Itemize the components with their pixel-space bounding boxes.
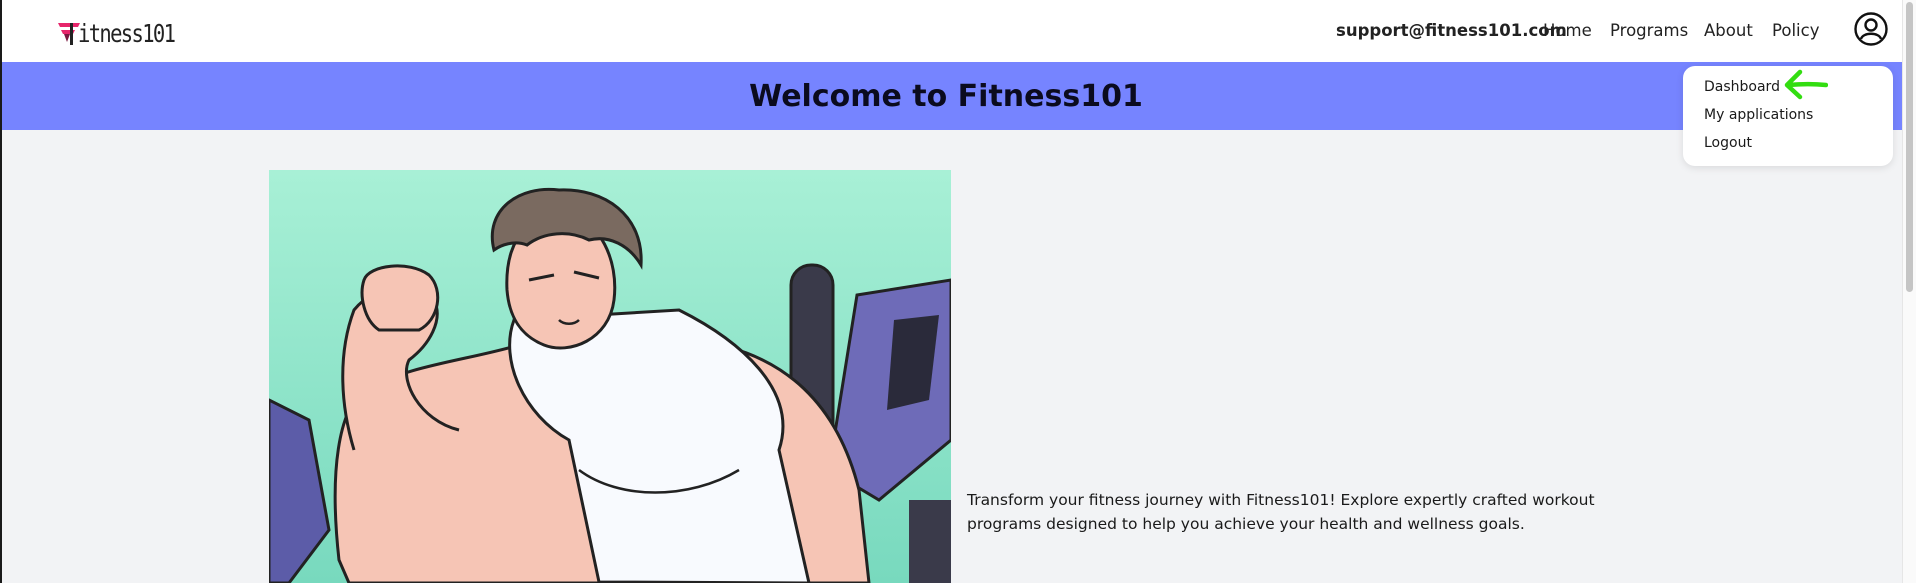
vertical-scrollbar[interactable]	[1902, 0, 1916, 583]
nav-home[interactable]: Home	[1543, 18, 1592, 42]
logo-text: itness101	[78, 18, 176, 48]
top-navbar: itness101 support@fitness101.com Home Pr…	[2, 0, 1902, 62]
support-email-link[interactable]: support@fitness101.com	[1336, 18, 1567, 42]
brand-logo[interactable]: itness101	[56, 18, 195, 48]
intro-paragraph: Transform your fitness journey with Fitn…	[967, 491, 1595, 533]
nav-programs[interactable]: Programs	[1610, 18, 1688, 42]
user-account-icon[interactable]	[1853, 11, 1889, 47]
menu-item-my-applications[interactable]: My applications	[1704, 107, 1813, 123]
window-edge	[0, 0, 2, 583]
welcome-banner: Welcome to Fitness101	[2, 62, 1902, 130]
menu-item-logout[interactable]: Logout	[1704, 135, 1752, 151]
nav-about[interactable]: About	[1704, 18, 1753, 42]
scrollbar-thumb[interactable]	[1906, 2, 1913, 292]
arrow-left-icon	[1784, 69, 1828, 100]
nav-policy[interactable]: Policy	[1772, 18, 1819, 42]
menu-item-dashboard[interactable]: Dashboard	[1704, 79, 1780, 95]
page-title: Welcome to Fitness101	[749, 78, 1143, 114]
fitness-hero-illustration	[269, 170, 951, 583]
